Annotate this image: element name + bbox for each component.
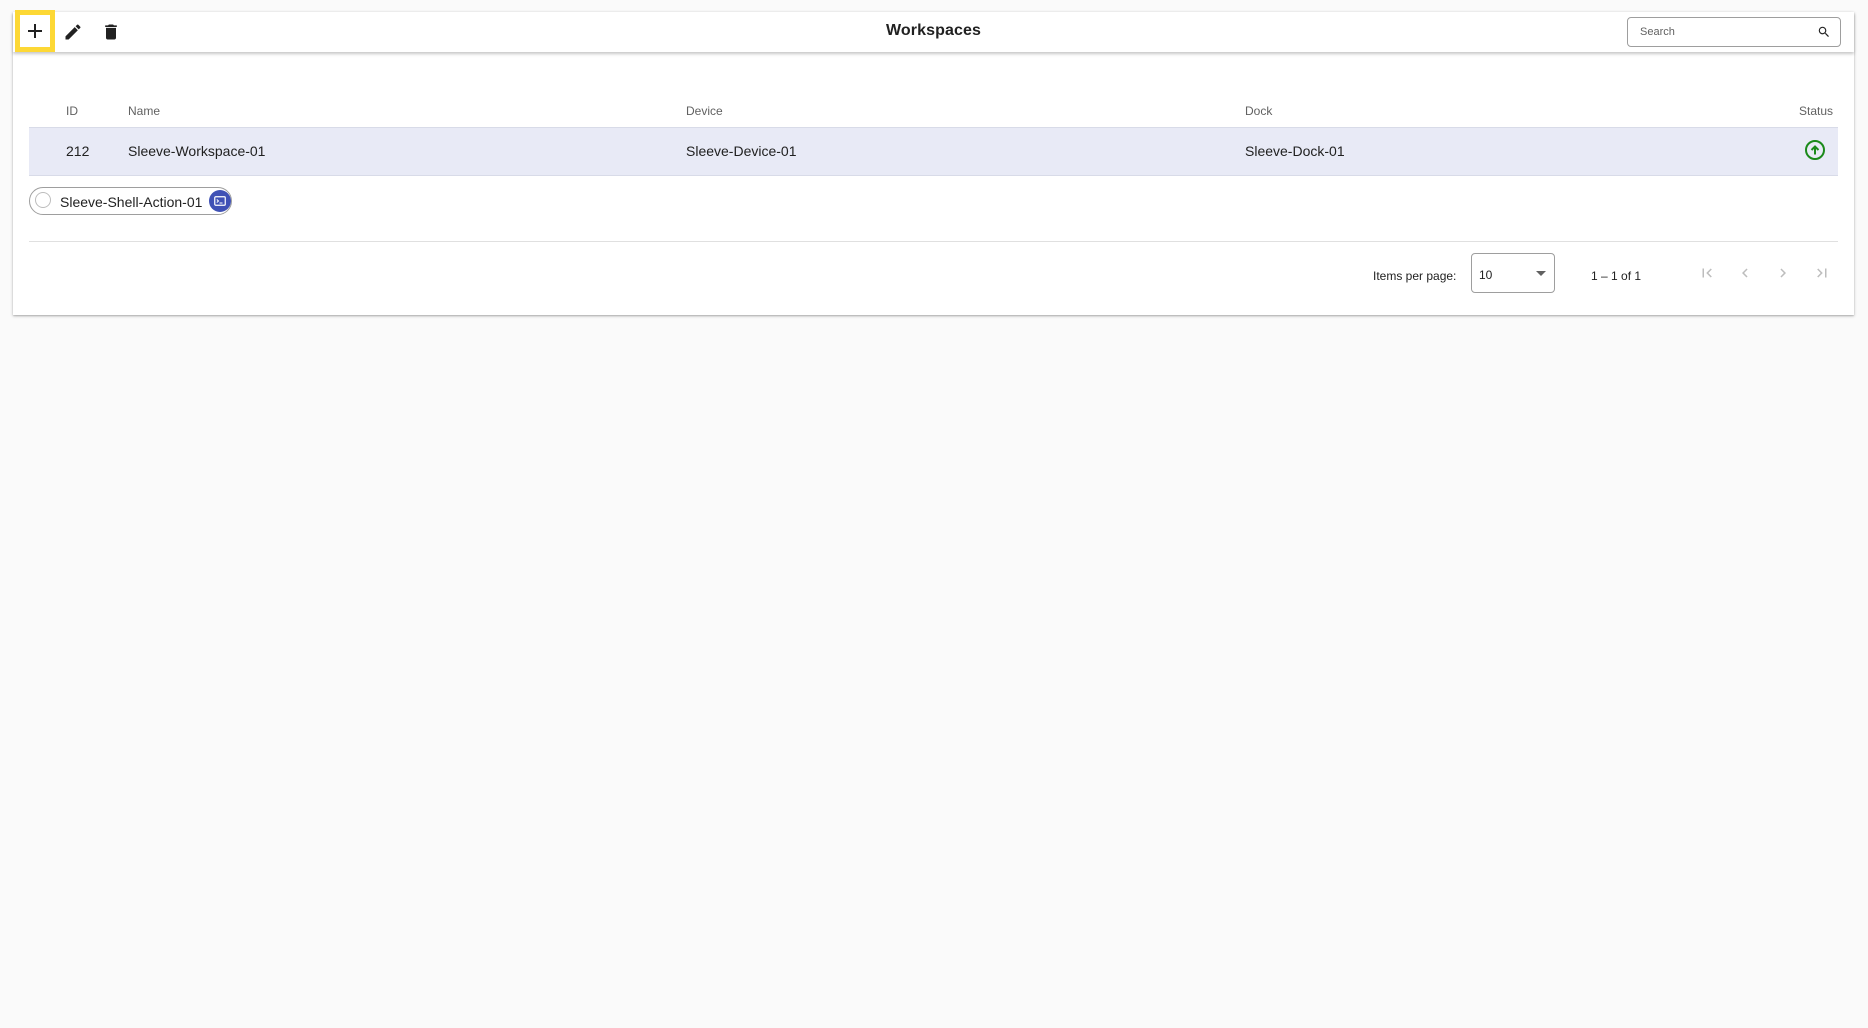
toolbar: Workspaces bbox=[13, 10, 1854, 52]
paginator: Items per page: 10 1 – 1 of 1 bbox=[13, 250, 1854, 298]
next-page-button[interactable] bbox=[1770, 260, 1796, 286]
arrow-up-circle-icon bbox=[1805, 140, 1825, 160]
items-per-page-select[interactable]: 10 bbox=[1471, 253, 1555, 293]
search-field[interactable] bbox=[1627, 17, 1841, 47]
first-page-icon bbox=[1702, 268, 1712, 278]
last-page-button[interactable] bbox=[1809, 260, 1835, 286]
first-page-button[interactable] bbox=[1694, 260, 1720, 286]
page-title: Workspaces bbox=[886, 22, 981, 39]
items-per-page-label: Items per page: bbox=[1373, 269, 1457, 283]
radio-button[interactable] bbox=[35, 192, 51, 208]
column-header-dock[interactable]: Dock bbox=[1245, 104, 1272, 118]
terminal-icon bbox=[214, 196, 226, 206]
dropdown-arrow-icon bbox=[1536, 271, 1546, 276]
action-chip[interactable]: Sleeve-Shell-Action-01 bbox=[29, 187, 232, 215]
action-label: Sleeve-Shell-Action-01 bbox=[60, 194, 203, 210]
divider bbox=[29, 241, 1838, 242]
range-label: 1 – 1 of 1 bbox=[1591, 269, 1642, 283]
cell-dock: Sleeve-Dock-01 bbox=[1245, 143, 1345, 159]
column-header-name[interactable]: Name bbox=[128, 104, 160, 118]
column-header-status[interactable]: Status bbox=[1799, 104, 1833, 118]
previous-page-button[interactable] bbox=[1732, 260, 1758, 286]
chevron-right-icon bbox=[1780, 268, 1786, 278]
column-header-device[interactable]: Device bbox=[686, 104, 723, 118]
table-row[interactable]: 212 Sleeve-Workspace-01 Sleeve-Device-01… bbox=[29, 127, 1838, 176]
table-header: ID Name Device Dock Status bbox=[29, 86, 1838, 126]
cell-name: Sleeve-Workspace-01 bbox=[128, 143, 266, 159]
search-icon[interactable] bbox=[1817, 25, 1831, 39]
chevron-left-icon bbox=[1742, 268, 1748, 278]
last-page-icon bbox=[1817, 268, 1827, 278]
action-badge bbox=[209, 190, 231, 212]
workspaces-card: Workspaces ID Name Device Dock Status 21… bbox=[13, 10, 1854, 315]
search-input[interactable] bbox=[1640, 24, 1810, 40]
cell-id: 212 bbox=[66, 143, 90, 159]
items-per-page-value: 10 bbox=[1479, 268, 1493, 282]
cell-device: Sleeve-Device-01 bbox=[686, 143, 797, 159]
column-header-id[interactable]: ID bbox=[66, 104, 78, 118]
